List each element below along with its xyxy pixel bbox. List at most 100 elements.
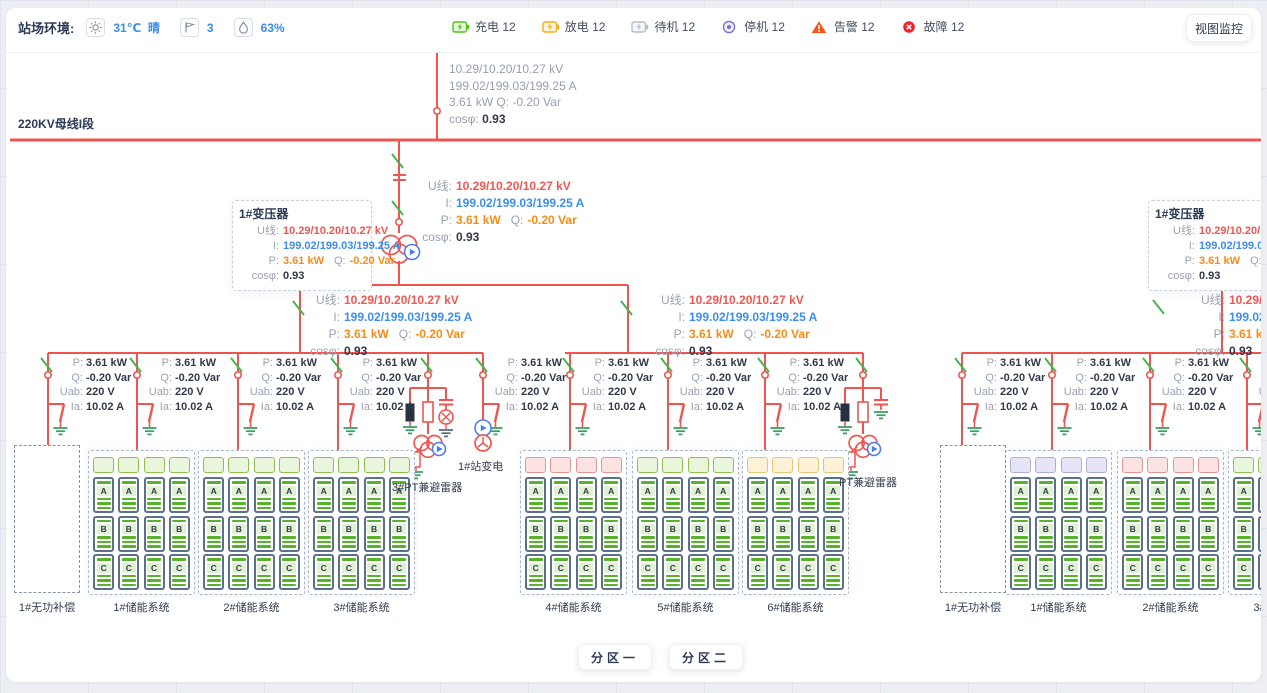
storage-system-box[interactable]: ABCABCABCABC (1117, 450, 1224, 595)
storage-system-box[interactable]: ABCABCABCABC (742, 450, 849, 595)
battery-cluster-letter: C (645, 563, 651, 573)
battery-module: A (747, 477, 768, 513)
pcs-status-indicator (169, 457, 190, 473)
battery-module: A (688, 477, 709, 513)
storage-system-box[interactable]: ABCABCABCABC (520, 450, 627, 595)
storage-system-box[interactable]: ABCABCABCABC (1005, 450, 1112, 595)
feeder-measurements: P:3.61 kWQ:-0.20 VarUab:220 VIa:10.02 A (577, 356, 653, 414)
storage-system-box[interactable]: ABCABCABCABC (1228, 450, 1261, 595)
battery-cluster-letter: C (176, 563, 182, 573)
battery-cluster-letter: C (236, 563, 242, 573)
legend-item-充电[interactable]: 充电 12 (452, 18, 516, 35)
equipment-label: 3#PT兼避雷器 (392, 479, 462, 495)
legend-item-放电[interactable]: 放电 12 (542, 18, 606, 35)
pcs-status-indicator (1035, 457, 1056, 473)
battery-module: A (1198, 477, 1219, 513)
battery-cluster-letter: A (286, 486, 292, 496)
measurement-text: 3.61 kW (1229, 327, 1261, 341)
compensation-label: 1#无功补偿 (940, 599, 1006, 615)
battery-module: A (1233, 477, 1254, 513)
measurement-text: -0.20 Var (527, 213, 576, 227)
measurement-text: -0.20 Var (415, 327, 464, 341)
reactive-compensation-box[interactable] (940, 445, 1006, 593)
battery-module: C (747, 554, 768, 590)
battery-cluster-letter: B (346, 524, 352, 534)
battery-cluster-letter: A (1205, 486, 1211, 496)
battery-module: B (662, 516, 683, 552)
zone-button-2[interactable]: 分区二 (669, 644, 743, 670)
transformer-info-box: 1#变压器U线:10.29/10.20/10.27 kVI:199.02/199… (232, 200, 372, 291)
battery-module: C (1086, 554, 1107, 590)
transformer-title: 1#变压器 (239, 207, 361, 222)
feeder-value: 220 V (1188, 386, 1217, 398)
feeder-value: 3.61 kW (175, 357, 216, 369)
battery-cluster-letter: B (755, 524, 761, 534)
battery-cluster-letter: C (151, 563, 157, 573)
pcs-status-indicator (338, 457, 359, 473)
feeder-measurements: P:3.61 kWQ:-0.20 VarUab:220 VIa:10.02 A (144, 356, 220, 414)
legend-item-停机[interactable]: 停机 12 (721, 18, 785, 35)
battery-module: B (576, 516, 597, 552)
feeder-value: 220 V (706, 386, 735, 398)
measurement-text: U线: (1181, 292, 1225, 309)
storage-system-box[interactable]: ABCABCABCABC (308, 450, 415, 595)
pcs-status-indicator (601, 457, 622, 473)
view-monitor-button[interactable]: 视图监控 (1186, 14, 1252, 42)
feeder-key: Ia: (490, 400, 518, 415)
storage-system-box[interactable]: ABCABCABCABC (198, 450, 305, 595)
feeder-value: 3.61 kW (706, 357, 747, 369)
battery-module: B (254, 516, 275, 552)
legend-item-故障[interactable]: 故障 12 (901, 18, 965, 35)
legend-item-待机[interactable]: 待机 12 (631, 18, 695, 35)
battery-module: C (279, 554, 300, 590)
pcs-status-indicator (713, 457, 734, 473)
storage-system-box[interactable]: ABCABCABCABC (632, 450, 739, 595)
battery-module: B (550, 516, 571, 552)
zone-button-1[interactable]: 分区一 (578, 644, 652, 670)
battery-module: A (118, 477, 139, 513)
battery-module: A (601, 477, 622, 513)
battery-cluster-letter: B (236, 524, 242, 534)
feeder-key: P: (1059, 356, 1087, 371)
feeder-key: Uab: (969, 385, 997, 400)
equipment-label: 1#站变电 (458, 458, 503, 474)
pcs-status-indicator (688, 457, 709, 473)
measurement-text: U线: (641, 292, 685, 309)
legend-label: 待机 (654, 20, 678, 34)
battery-cluster-letter: A (805, 486, 811, 496)
battery-cluster-letter: C (1205, 563, 1211, 573)
env-label: 站场环境: (18, 18, 74, 37)
battery-module: B (389, 516, 410, 552)
measurement-text: 10.29/10.20/10.27 kV (456, 179, 571, 193)
battery-module: C (576, 554, 597, 590)
storage-system-box[interactable]: ABCABCABCABC (88, 450, 195, 595)
battery-cluster-letter: B (1205, 524, 1211, 534)
pcs-status-indicator (254, 457, 275, 473)
battery-cluster-letter: B (396, 524, 402, 534)
legend-item-告警[interactable]: 告警 12 (811, 18, 875, 35)
battery-cluster-letter: A (780, 486, 786, 496)
storage-system-label: 3#储能系统 (1228, 599, 1261, 615)
pcs-status-indicator (576, 457, 597, 473)
feeder-key: Ia: (55, 400, 83, 415)
feeder-key: Uab: (55, 385, 83, 400)
battery-module: B (747, 516, 768, 552)
battery-cluster-letter: A (371, 486, 377, 496)
feeder-measurements: P:3.61 kWQ:-0.20 VarUab:220 VIa:10.02 A (772, 356, 848, 414)
battery-cluster-letter: A (1130, 486, 1136, 496)
feeder-key: Ia: (969, 400, 997, 415)
battery-cluster-letter: B (805, 524, 811, 534)
feeder-measurements: P:3.61 kWQ:-0.20 VarUab:220 VIa:10.02 A (1157, 356, 1233, 414)
battery-cluster-letter: B (211, 524, 217, 534)
measurement-text: -0.20 Var (760, 327, 809, 341)
battery-cluster-letter: B (720, 524, 726, 534)
battery-cluster-letter: B (608, 524, 614, 534)
reactive-compensation-box[interactable] (14, 445, 80, 593)
battery-module: B (1122, 516, 1143, 552)
battery-module: A (338, 477, 359, 513)
measurement-text: 199.02/199.03/199.25 A (456, 196, 584, 210)
feeder-key: P: (1254, 356, 1261, 371)
branch-measurements: U线:10.29/10.20/10.27 kVI:199.02/199.03/1… (1181, 292, 1261, 360)
battery-cluster-letter: A (1241, 486, 1247, 496)
legend-label: 充电 (475, 20, 499, 34)
